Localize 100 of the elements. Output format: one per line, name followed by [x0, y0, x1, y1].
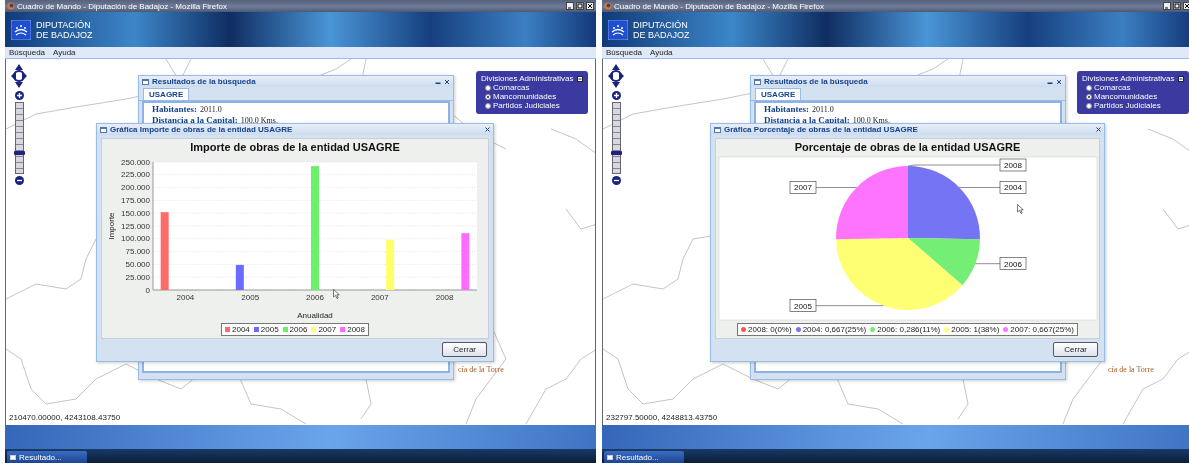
radio-button[interactable]: [1086, 84, 1092, 91]
mouse-cursor-icon: [1017, 204, 1024, 214]
map-place-label: cía de la Torre: [458, 365, 504, 374]
zoom-in-icon[interactable]: [611, 91, 621, 100]
window-title: Gráfica Importe de obras de la entidad USAGRE: [110, 125, 294, 134]
legend-swatch-icon: [225, 327, 230, 332]
zoom-slider-thumb[interactable]: [13, 150, 25, 155]
close-icon[interactable]: [1096, 127, 1101, 132]
legend-label: 2004: 0,667(25%): [802, 325, 867, 334]
leader-line: [958, 187, 1000, 188]
radio-button[interactable]: [1086, 102, 1092, 109]
maximize-icon[interactable]: [1173, 2, 1181, 10]
tick-label: 75.000: [125, 247, 150, 257]
zoom-in-icon[interactable]: [14, 91, 24, 100]
close-icon[interactable]: [485, 127, 490, 132]
menu-item[interactable]: Ayuda: [53, 48, 76, 57]
legend-label: 2005: [260, 325, 279, 334]
tick-label: 0: [145, 285, 150, 295]
field-label: Habitantes:: [152, 104, 197, 114]
window-title: Cuadro de Mando - Diputación de Badajoz - Mozilla Firefox: [614, 1, 825, 11]
radio-label: Comarcas: [493, 83, 530, 92]
menu-item[interactable]: Búsqueda: [9, 48, 46, 57]
radio-label: Mancomunidades: [493, 92, 557, 101]
tick-label: 2004: [176, 293, 195, 302]
tick-label: 200.000: [121, 183, 150, 193]
minimize-icon[interactable]: [566, 2, 574, 10]
coordinates-text: 210470.00000, 4243108.43750: [9, 413, 121, 422]
radio-label: Partidos Judiciales: [493, 101, 560, 110]
zoom-slider-thumb[interactable]: [610, 150, 622, 155]
map-place-label: cía de la Torre: [1108, 365, 1154, 374]
close-button[interactable]: Cerrar: [1053, 342, 1098, 357]
slice-label: 2007: [789, 181, 816, 194]
menu-item[interactable]: Búsqueda: [606, 48, 643, 57]
slice-label: 2006: [999, 257, 1026, 270]
radio-label: Partidos Judiciales: [1094, 101, 1161, 110]
pan-control-icon[interactable]: [10, 63, 28, 89]
radio-button[interactable]: [485, 102, 491, 109]
window-icon: [10, 454, 16, 460]
slice-label: 2008: [999, 158, 1026, 172]
window-title: Gráfica Porcentaje de obras de la entidad USAGRE: [724, 125, 919, 134]
tick-label: 150.000: [121, 208, 150, 218]
leader-line: [815, 305, 884, 306]
legend-swatch-icon: [253, 327, 259, 332]
zoom-out-icon[interactable]: [611, 176, 621, 185]
close-icon[interactable]: [1056, 78, 1062, 85]
slice-label: 2007: [793, 183, 812, 193]
bar: [235, 264, 244, 290]
taskbar-button[interactable]: Resultado...: [604, 451, 684, 463]
window-title: Resultados de la búsqueda: [764, 77, 869, 86]
tick-label: 50.000: [125, 259, 150, 269]
tab[interactable]: USAGRE: [755, 88, 802, 100]
collapse-icon[interactable]: [1178, 75, 1184, 82]
close-icon[interactable]: [586, 2, 594, 10]
coordinates-text: 232797.50000, 4248813.43750: [606, 413, 718, 422]
legend-label: 2008: 0(0%): [748, 325, 792, 334]
close-icon[interactable]: [1183, 2, 1189, 10]
slice-label: 2005: [789, 299, 816, 312]
browser-icon: [7, 2, 15, 10]
close-button[interactable]: Cerrar: [442, 342, 487, 357]
minimize-icon[interactable]: [1163, 2, 1171, 10]
menu-item[interactable]: Ayuda: [650, 48, 673, 57]
field-value: 100.0 Kms.: [852, 116, 890, 126]
y-axis-label: Importe: [107, 212, 116, 240]
field-label: Distancia a la Capital:: [152, 115, 238, 125]
tick-label: 125.000: [121, 221, 150, 231]
field-value: 100.0 Kms.: [240, 116, 278, 126]
tab[interactable]: USAGRE: [143, 88, 190, 100]
window-icon: [142, 78, 149, 85]
window-title: Resultados de la búsqueda: [152, 77, 257, 86]
window-icon: [714, 126, 721, 133]
zoom-slider[interactable]: [611, 102, 621, 174]
mouse-cursor-icon: [333, 289, 340, 299]
logo-text: DIPUTACIÓN DE BADAJOZ: [633, 19, 690, 40]
window-icon: [754, 78, 761, 85]
slice-label: 2004: [1003, 183, 1022, 193]
panel-title: Divisiones Administrativas: [481, 74, 574, 83]
close-icon[interactable]: [444, 78, 450, 85]
zoom-slider[interactable]: [14, 102, 24, 174]
tick-label: 2005: [241, 293, 260, 302]
radio-button[interactable]: [1086, 93, 1092, 100]
collapse-icon[interactable]: [577, 75, 583, 82]
browser-icon: [604, 2, 612, 10]
x-axis-label: Anualidad: [297, 311, 333, 320]
slice-label: 2005: [793, 301, 812, 311]
zoom-out-icon[interactable]: [14, 176, 24, 185]
tick-label: 250.000: [121, 157, 150, 167]
radio-button[interactable]: [485, 84, 491, 91]
window-title: Cuadro de Mando - Diputación de Badajoz - Mozilla Firefox: [17, 1, 228, 11]
legend-label: 2004: [232, 325, 250, 334]
chart-title: Porcentaje de obras de la entidad USAGRE: [794, 141, 1021, 154]
taskbar-button[interactable]: Resultado...: [7, 451, 87, 463]
tick-label: 175.000: [121, 195, 150, 205]
pan-control-icon[interactable]: [607, 63, 625, 89]
radio-label: Comarcas: [1094, 83, 1131, 92]
leader-line: [815, 187, 857, 188]
legend-label: 2008: [347, 325, 365, 334]
tick-label: 225.000: [121, 170, 150, 180]
maximize-icon[interactable]: [576, 2, 584, 10]
radio-button[interactable]: [485, 93, 491, 100]
legend-label: 2007: 0,667(25%): [1010, 325, 1074, 334]
